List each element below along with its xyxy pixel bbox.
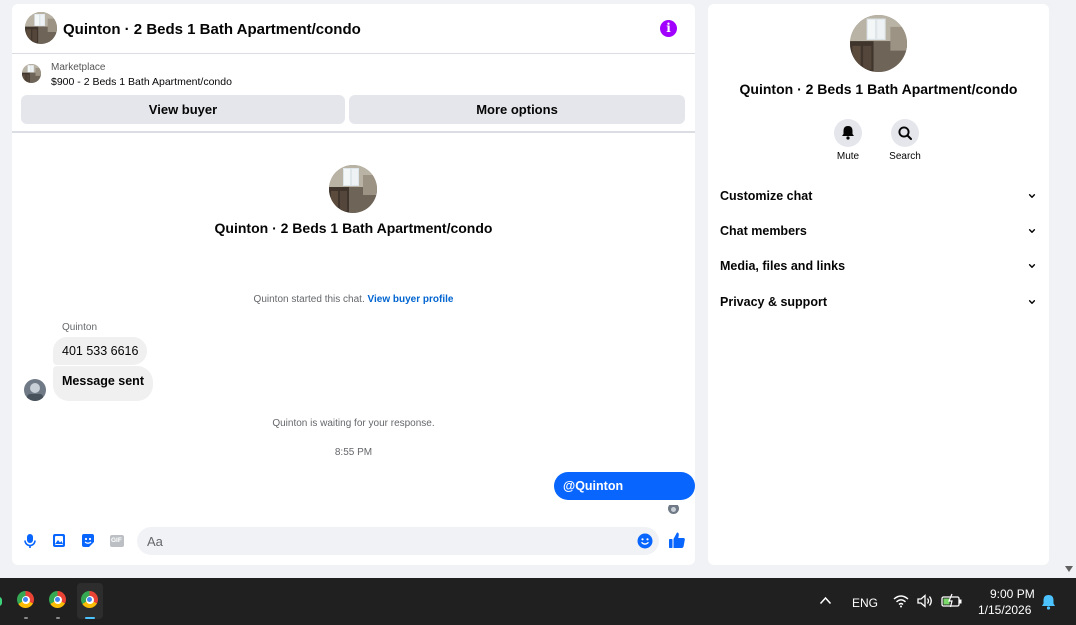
- incoming-message[interactable]: Message sent: [53, 366, 153, 401]
- chevron-up-icon[interactable]: [819, 596, 832, 605]
- microphone-icon[interactable]: [22, 533, 38, 549]
- chat-started-notice: Quinton started this chat. View buyer pr…: [12, 294, 695, 305]
- chrome-taskbar-button[interactable]: [13, 583, 39, 619]
- outgoing-message-text: Thanks: [582, 507, 624, 521]
- photo-icon[interactable]: [51, 533, 67, 549]
- gif-label: GIF: [111, 537, 122, 544]
- chat-panel: Quinton · 2 Beds 1 Bath Apartment/condo …: [12, 4, 695, 565]
- more-options-button[interactable]: More options: [349, 95, 685, 124]
- notification-bell-icon[interactable]: [1041, 594, 1056, 610]
- chrome-icon: [17, 591, 34, 608]
- section-label: Media, files and links: [720, 259, 846, 273]
- clock-date[interactable]: 1/15/2026: [978, 603, 1031, 617]
- details-avatar[interactable]: [850, 15, 907, 72]
- chat-details-panel: Quinton · 2 Beds 1 Bath Apartment/condo …: [708, 4, 1049, 565]
- running-indicator: [56, 617, 60, 619]
- seen-indicator-avatar: [668, 503, 679, 514]
- chat-title[interactable]: Quinton · 2 Beds 1 Bath Apartment/condo: [63, 21, 361, 38]
- search-button[interactable]: [891, 119, 919, 147]
- section-label: Customize chat: [720, 189, 813, 203]
- listing-avatar[interactable]: [25, 12, 57, 44]
- conversation-title: Quinton · 2 Beds 1 Bath Apartment/condo: [214, 220, 493, 236]
- media-files-links-section[interactable]: Media, files and links: [720, 256, 1038, 276]
- wifi-icon[interactable]: [893, 594, 909, 608]
- details-title: Quinton · 2 Beds 1 Bath Apartment/condo: [739, 81, 1018, 97]
- section-label: Privacy & support: [720, 295, 827, 309]
- header-divider: [12, 131, 695, 133]
- marketplace-listing-row[interactable]: [12, 55, 695, 95]
- gif-icon[interactable]: GIF: [109, 533, 125, 549]
- app-icon-partial[interactable]: [0, 597, 2, 606]
- search-icon: [898, 126, 912, 140]
- info-icon[interactable]: i: [660, 20, 677, 37]
- chat-members-section[interactable]: Chat members: [720, 221, 1038, 241]
- outgoing-message[interactable]: @Quinton HillThanks: [554, 472, 695, 521]
- privacy-support-section[interactable]: Privacy & support: [720, 292, 1038, 312]
- incoming-message[interactable]: 401 533 6616: [53, 337, 148, 365]
- clock-time[interactable]: 9:00 PM: [990, 587, 1035, 601]
- chrome-taskbar-button-active[interactable]: [77, 583, 103, 619]
- marketplace-label: Marketplace: [51, 62, 106, 73]
- chrome-icon: [81, 591, 98, 608]
- thumbs-up-icon[interactable]: [668, 531, 686, 549]
- volume-icon[interactable]: [917, 594, 933, 608]
- message-input[interactable]: [137, 527, 659, 555]
- chevron-down-icon: [1028, 262, 1036, 270]
- search-label: Search: [889, 151, 921, 162]
- battery-charging-icon[interactable]: [941, 593, 963, 609]
- active-indicator: [85, 617, 95, 619]
- section-label: Chat members: [720, 224, 807, 238]
- chevron-down-icon: [1028, 192, 1036, 200]
- chat-started-text: Quinton started this chat.: [253, 294, 365, 305]
- sender-name: Quinton: [62, 322, 98, 333]
- waiting-notice: Quinton is waiting for your response.: [272, 418, 435, 429]
- taskbar: ENG 9:00 PM 1/15/2026: [0, 578, 1076, 625]
- view-buyer-profile-link[interactable]: View buyer profile: [368, 294, 454, 305]
- bell-icon: [842, 126, 854, 140]
- mute-label: Mute: [836, 151, 860, 162]
- input-language[interactable]: ENG: [852, 596, 878, 610]
- chrome-taskbar-button[interactable]: [45, 583, 71, 619]
- chrome-icon: [49, 591, 66, 608]
- message-timestamp: 8:55 PM: [334, 447, 373, 458]
- conversation-avatar[interactable]: [329, 165, 377, 213]
- listing-price-title: $900 - 2 Beds 1 Bath Apartment/condo: [51, 76, 232, 88]
- chevron-down-icon: [1028, 227, 1036, 235]
- chevron-down-icon: [1028, 298, 1036, 306]
- running-indicator: [24, 617, 28, 619]
- mute-button[interactable]: [834, 119, 862, 147]
- chat-header: Quinton · 2 Beds 1 Bath Apartment/condo …: [12, 4, 695, 54]
- emoji-icon[interactable]: [637, 533, 653, 549]
- sticker-icon[interactable]: [80, 533, 96, 549]
- scroll-down-arrow[interactable]: [1064, 565, 1074, 573]
- sender-avatar[interactable]: [24, 379, 46, 401]
- listing-thumbnail: [22, 64, 41, 83]
- customize-chat-section[interactable]: Customize chat: [720, 186, 1038, 206]
- view-buyer-button[interactable]: View buyer: [21, 95, 345, 124]
